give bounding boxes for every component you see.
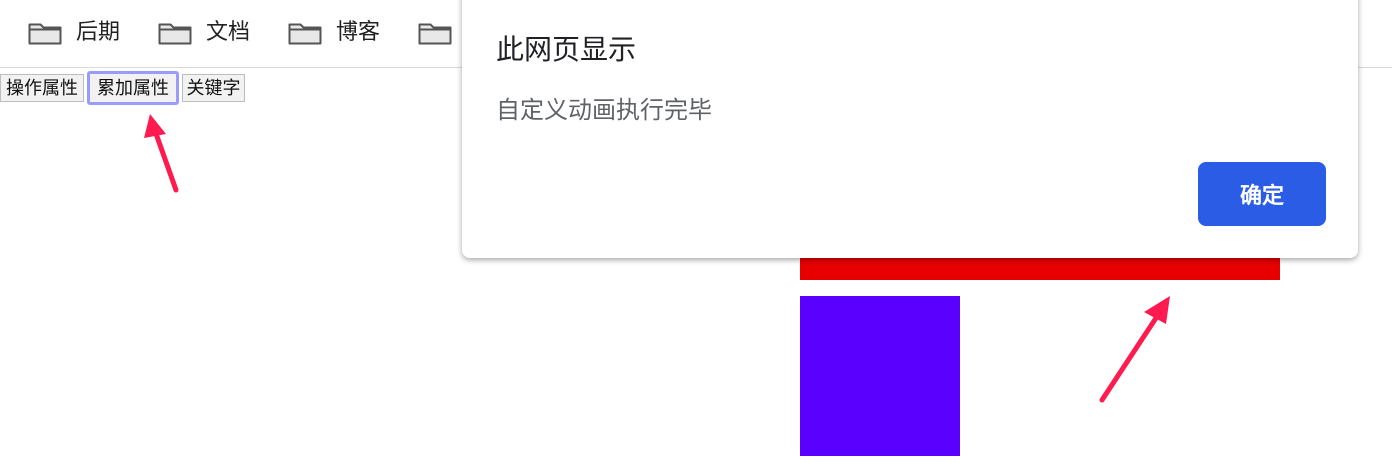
alert-dialog: 此网页显示 自定义动画执行完毕 确定 [462,0,1358,258]
keyword-button[interactable]: 关键字 [182,74,245,102]
bookmark-folder-3[interactable] [418,16,466,50]
dialog-title: 此网页显示 [496,33,637,66]
bookmark-label: 文档 [206,20,251,45]
bookmark-folder-0[interactable]: 后期 [28,16,120,50]
folder-icon [158,21,192,45]
bookmark-folder-1[interactable]: 文档 [158,16,250,50]
bookmark-folder-2[interactable]: 博客 [288,16,380,50]
browser-page: 后期 文档 博客 操作属性 累加属性 关键字 此网页显示 自定义动画执行完毕 确… [0,0,1392,466]
folder-icon [28,21,62,45]
annotation-arrow-bar [1099,296,1170,403]
folder-icon [418,21,452,45]
annotation-arrow-button [144,114,179,193]
bookmark-label: 博客 [336,20,381,45]
bookmark-label: 后期 [76,20,121,45]
dialog-message: 自定义动画执行完毕 [496,96,712,124]
operate-attribute-button[interactable]: 操作属性 [0,74,84,102]
purple-box [800,296,960,456]
folder-icon [288,21,322,45]
dialog-ok-button[interactable]: 确定 [1198,162,1326,226]
accumulate-attribute-button[interactable]: 累加属性 [87,71,179,105]
